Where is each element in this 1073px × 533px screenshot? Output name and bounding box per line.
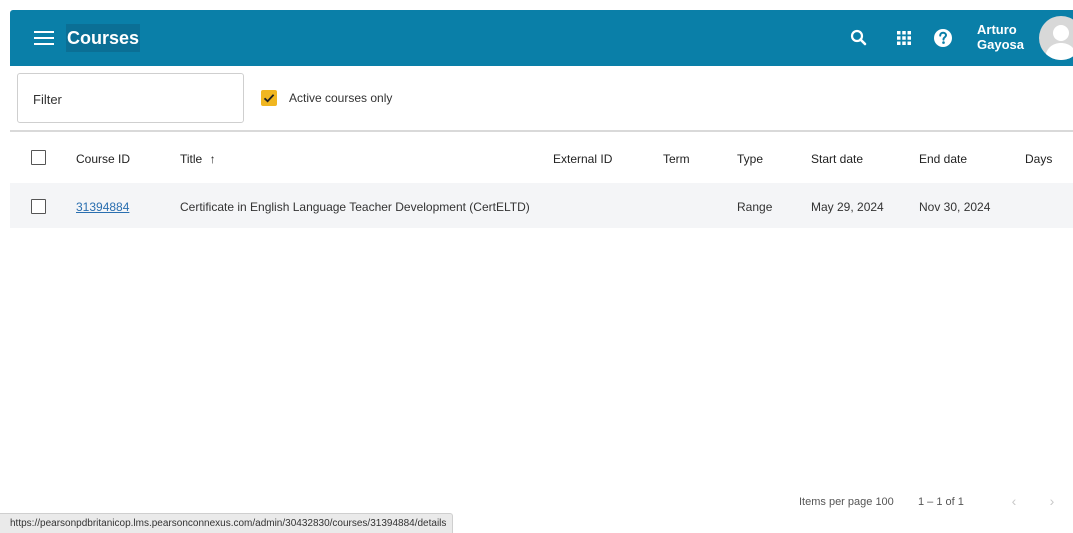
course-start-date: May 29, 2024 [811,200,884,214]
items-per-page-label: Items per page [799,496,873,508]
column-header-external-id[interactable]: External ID [553,152,612,166]
column-header-course-id[interactable]: Course ID [76,152,130,166]
page-title: Courses [66,24,141,52]
pagination-range: 1 – 1 of 1 [918,496,964,508]
course-type: Range [737,200,773,214]
help-icon[interactable] [932,27,954,49]
user-first-name: Arturo [977,22,1017,37]
search-icon[interactable] [848,27,870,49]
app-bar: Courses Arturo Gayosa [10,10,1073,66]
user-name[interactable]: Arturo Gayosa [977,22,1037,52]
hamburger-menu-icon[interactable] [34,27,54,49]
apps-grid-icon[interactable] [893,27,915,49]
divider [10,130,1073,132]
checkmark-icon [263,94,275,103]
column-header-title[interactable]: Title ↑ [180,152,216,166]
status-bar-url: https://pearsonpdbritanicop.lms.pearsonc… [0,513,454,533]
sort-ascending-icon: ↑ [209,152,216,166]
row-checkbox[interactable] [31,199,46,214]
course-id-link[interactable]: 31394884 [76,200,129,214]
filter-input[interactable] [31,74,235,124]
table-row[interactable] [10,183,1073,228]
column-header-term[interactable]: Term [663,152,690,166]
column-header-end-date[interactable]: End date [919,152,967,166]
active-courses-checkbox[interactable] [261,90,277,106]
next-page-icon[interactable]: › [1045,493,1059,509]
items-per-page[interactable]: Items per page 100 [799,496,894,508]
column-header-start-date[interactable]: Start date [811,152,863,166]
items-per-page-select[interactable]: 100 [875,496,893,508]
previous-page-icon[interactable]: ‹ [1007,493,1021,509]
column-header-days[interactable]: Days [1025,152,1052,166]
course-end-date: Nov 30, 2024 [919,200,991,214]
user-avatar-icon [1045,25,1073,60]
column-header-title-label: Title [180,152,203,166]
active-courses-label: Active courses only [289,91,393,105]
course-title: Certificate in English Language Teacher … [180,200,530,214]
user-last-name: Gayosa [977,37,1024,52]
avatar[interactable] [1039,16,1073,60]
select-all-checkbox[interactable] [31,150,46,165]
filter-field[interactable] [17,73,244,124]
column-header-type[interactable]: Type [737,152,763,166]
